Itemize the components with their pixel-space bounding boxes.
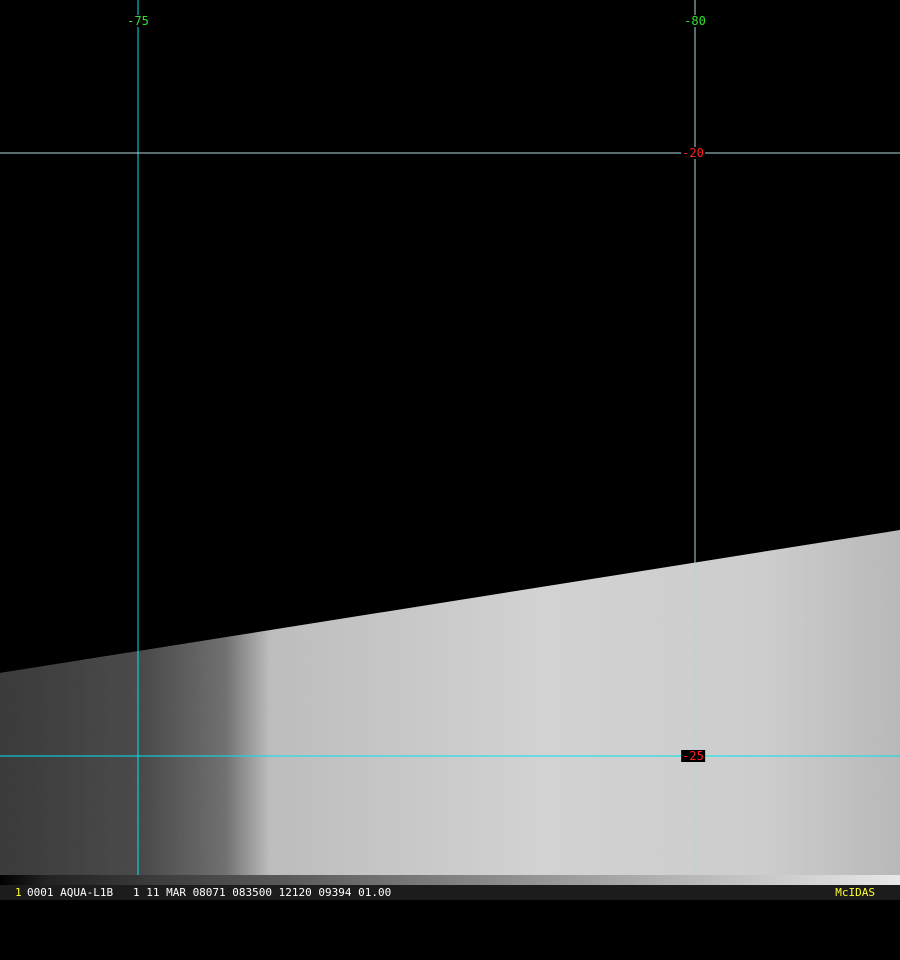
image-info: 0001 AQUA-L1B 1 11 MAR 08071 083500 1212… — [27, 886, 392, 899]
grayscale-color-bar — [0, 875, 900, 885]
latitude-label: -25 — [681, 749, 705, 763]
frame-number: 1 — [15, 886, 22, 899]
satellite-image-viewer: -75 -80 -20 -25 1 0001 AQUA-L1B 1 11 MAR… — [0, 0, 900, 900]
cloud-imagery-swath — [0, 530, 900, 875]
longitude-label: -75 — [126, 14, 150, 28]
satellite-image — [0, 0, 900, 875]
longitude-label: -80 — [683, 14, 707, 28]
mcidas-brand: McIDAS — [835, 886, 875, 899]
status-bar: 1 0001 AQUA-L1B 1 11 MAR 08071 083500 12… — [0, 885, 900, 900]
latitude-label: -20 — [681, 146, 705, 160]
